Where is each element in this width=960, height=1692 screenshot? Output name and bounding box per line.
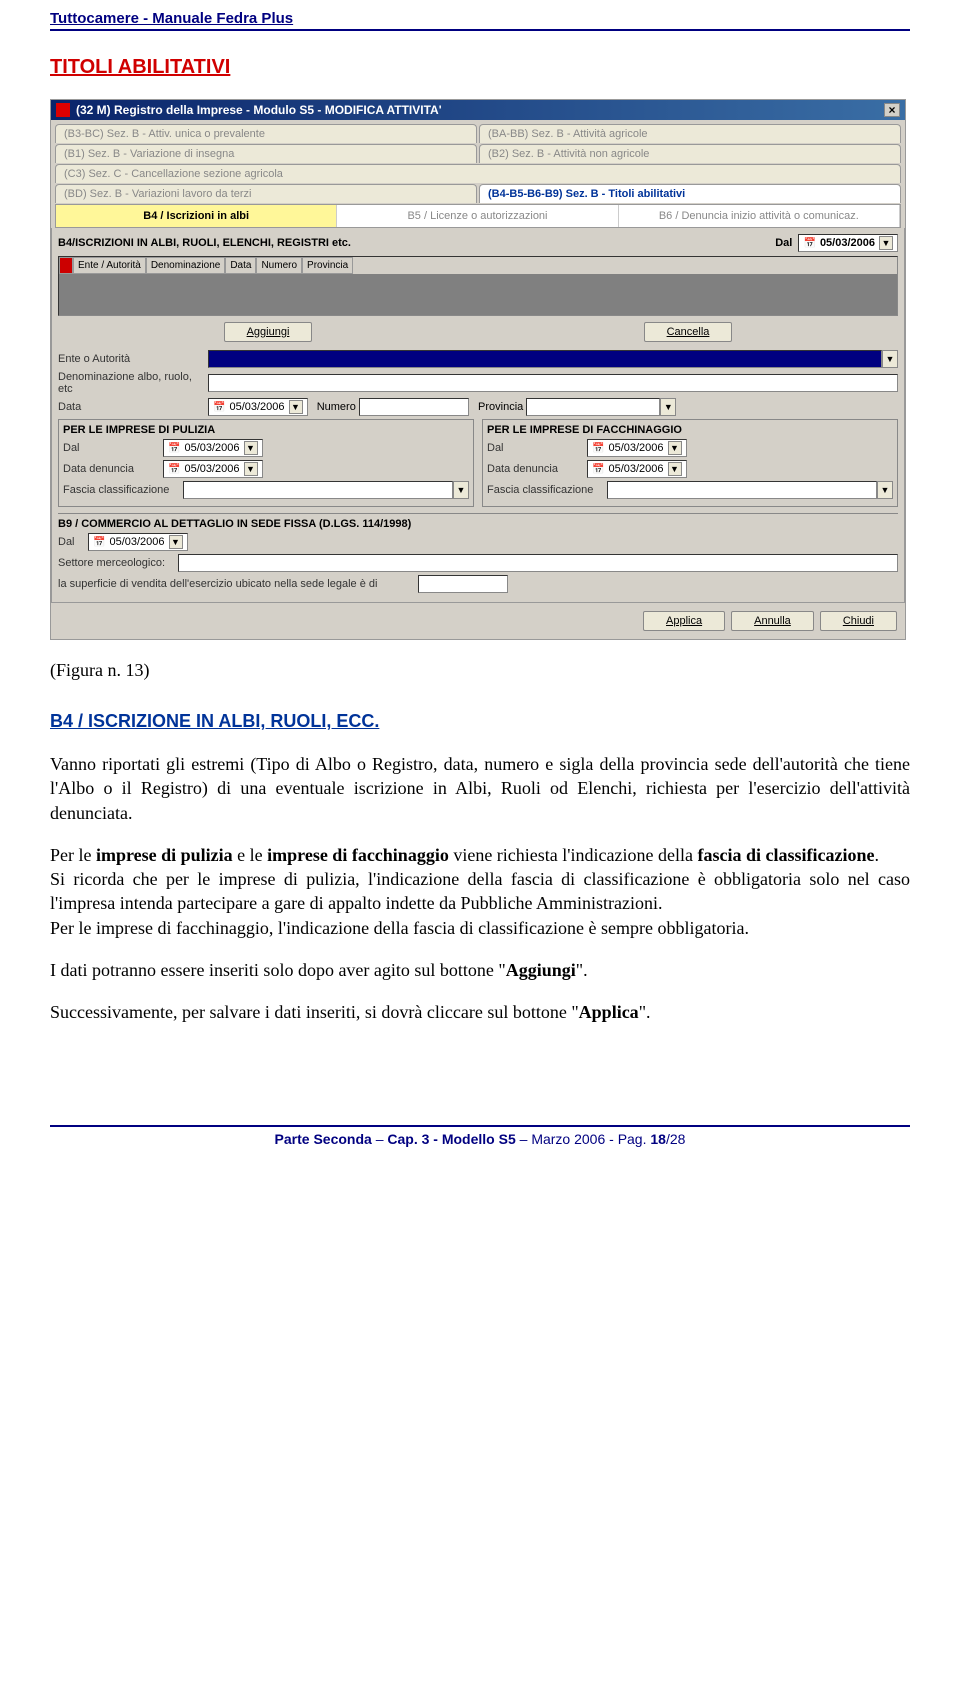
b9-dal[interactable]: 📅05/03/2006▼ <box>88 533 188 551</box>
app-icon <box>56 103 70 117</box>
facch-denuncia[interactable]: 📅05/03/2006▼ <box>587 460 687 478</box>
tab-b1[interactable]: (B1) Sez. B - Variazione di insegna <box>55 144 477 163</box>
numero-input[interactable] <box>359 398 469 416</box>
chevron-down-icon[interactable]: ▼ <box>660 398 676 416</box>
subtab-b4[interactable]: B4 / Iscrizioni in albi <box>56 205 337 227</box>
col-numero: Numero <box>256 257 302 274</box>
label-provincia: Provincia <box>478 401 523 413</box>
pulizia-title: PER LE IMPRESE DI PULIZIA <box>63 424 469 436</box>
cancella-button[interactable]: Cancella <box>644 322 733 342</box>
subtab-b5[interactable]: B5 / Licenze o autorizzazioni <box>337 205 618 227</box>
footer-rule <box>50 1125 910 1127</box>
denom-input[interactable] <box>208 374 898 392</box>
page-footer: Parte Seconda – Cap. 3 - Modello S5 – Ma… <box>50 1131 910 1147</box>
aggiungi-button[interactable]: Aggiungi <box>224 322 313 342</box>
tab-b3bc[interactable]: (B3-BC) Sez. B - Attiv. unica o prevalen… <box>55 124 477 143</box>
tab-c3[interactable]: (C3) Sez. C - Cancellazione sezione agri… <box>55 164 901 183</box>
b9-section: B9 / COMMERCIO AL DETTAGLIO IN SEDE FISS… <box>58 513 898 593</box>
applica-button[interactable]: Applica <box>643 611 725 631</box>
facch-fascia[interactable] <box>607 481 877 499</box>
facch-dal[interactable]: 📅05/03/2006▼ <box>587 439 687 457</box>
window-titlebar: (32 M) Registro della Imprese - Modulo S… <box>51 100 905 120</box>
tab-b4b5b6b9[interactable]: (B4-B5-B6-B9) Sez. B - Titoli abilitativ… <box>479 184 901 203</box>
tab-b2[interactable]: (B2) Sez. B - Attività non agricole <box>479 144 901 163</box>
paragraph-6: Successivamente, per salvare i dati inse… <box>50 1000 910 1024</box>
chevron-down-icon[interactable]: ▼ <box>882 350 898 368</box>
close-icon[interactable]: × <box>884 103 900 117</box>
ente-input[interactable] <box>208 350 882 368</box>
tab-stack: (B3-BC) Sez. B - Attiv. unica o prevalen… <box>51 120 905 228</box>
app-screenshot: (32 M) Registro della Imprese - Modulo S… <box>50 99 906 640</box>
settore-input[interactable] <box>178 554 898 572</box>
pulizia-fascia[interactable] <box>183 481 453 499</box>
data-grid[interactable]: Ente / Autorità Denominazione Data Numer… <box>58 256 898 316</box>
facchinaggio-title: PER LE IMPRESE DI FACCHINAGGIO <box>487 424 893 436</box>
superficie-input[interactable] <box>418 575 508 593</box>
pulizia-group: PER LE IMPRESE DI PULIZIA Dal📅05/03/2006… <box>58 419 474 507</box>
paragraph-2: Per le imprese di pulizia e le imprese d… <box>50 843 910 940</box>
grid-marker <box>59 257 73 274</box>
calendar-icon: 📅 <box>803 238 815 249</box>
subtab-row: B4 / Iscrizioni in albi B5 / Licenze o a… <box>55 204 901 228</box>
col-ente: Ente / Autorità <box>73 257 146 274</box>
label-ente: Ente o Autorità <box>58 353 208 365</box>
document-header: Tuttocamere - Manuale Fedra Plus <box>50 10 910 31</box>
tab-bd[interactable]: (BD) Sez. B - Variazioni lavoro da terzi <box>55 184 477 203</box>
dal-label: Dal <box>775 237 792 249</box>
label-denom: Denominazione albo, ruolo, etc <box>58 371 208 395</box>
subtab-b6[interactable]: B6 / Denuncia inizio attività o comunica… <box>619 205 900 227</box>
b9-title: B9 / COMMERCIO AL DETTAGLIO IN SEDE FISS… <box>58 518 898 530</box>
form-panel: B4/ISCRIZIONI IN ALBI, RUOLI, ELENCHI, R… <box>51 228 905 603</box>
pulizia-dal[interactable]: 📅05/03/2006▼ <box>163 439 263 457</box>
section-title-red: TITOLI ABILITATIVI <box>50 56 910 79</box>
b4-title: B4/ISCRIZIONI IN ALBI, RUOLI, ELENCHI, R… <box>58 237 351 249</box>
label-data: Data <box>58 401 208 413</box>
pulizia-denuncia[interactable]: 📅05/03/2006▼ <box>163 460 263 478</box>
col-denom: Denominazione <box>146 257 226 274</box>
window-title: (32 M) Registro della Imprese - Modulo S… <box>76 103 442 117</box>
dialog-buttons: Applica Annulla Chiudi <box>51 603 905 639</box>
annulla-button[interactable]: Annulla <box>731 611 814 631</box>
chevron-down-icon[interactable]: ▼ <box>879 236 893 250</box>
tab-ba-bb[interactable]: (BA-BB) Sez. B - Attività agricole <box>479 124 901 143</box>
paragraph-5: I dati potranno essere inseriti solo dop… <box>50 958 910 982</box>
provincia-input[interactable] <box>526 398 660 416</box>
dal-date[interactable]: 📅 05/03/2006 ▼ <box>798 234 898 252</box>
chiudi-button[interactable]: Chiudi <box>820 611 897 631</box>
col-data: Data <box>225 257 256 274</box>
col-provincia: Provincia <box>302 257 353 274</box>
section-heading-blue: B4 / ISCRIZIONE IN ALBI, RUOLI, ECC. <box>50 711 910 732</box>
label-numero: Numero <box>317 401 356 413</box>
figure-caption: (Figura n. 13) <box>50 660 910 681</box>
paragraph-1: Vanno riportati gli estremi (Tipo di Alb… <box>50 752 910 825</box>
facchinaggio-group: PER LE IMPRESE DI FACCHINAGGIO Dal📅05/03… <box>482 419 898 507</box>
data-date[interactable]: 📅05/03/2006▼ <box>208 398 308 416</box>
